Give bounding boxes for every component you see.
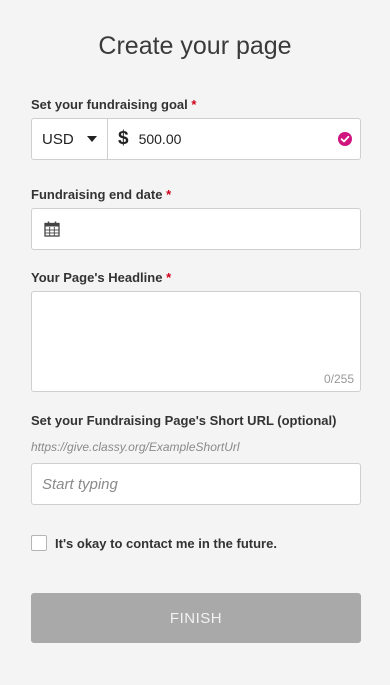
goal-input-group: USD $	[31, 118, 361, 160]
character-counter: 0/255	[323, 372, 354, 386]
finish-button[interactable]: FINISH	[31, 593, 361, 643]
caret-down-icon	[87, 136, 97, 142]
short-url-label: Set your Fundraising Page's Short URL (o…	[31, 413, 337, 428]
contact-checkbox-label: It's okay to contact me in the future.	[55, 536, 277, 551]
headline-label: Your Page's Headline *	[31, 270, 171, 285]
required-mark: *	[191, 97, 197, 112]
currency-symbol: $	[118, 128, 129, 149]
end-date-label: Fundraising end date *	[31, 187, 171, 202]
goal-label: Set your fundraising goal *	[31, 97, 196, 112]
calendar-icon	[44, 221, 60, 237]
currency-select[interactable]: USD	[32, 119, 108, 159]
required-mark: *	[166, 270, 172, 285]
short-url-input[interactable]	[32, 464, 360, 504]
check-circle-icon	[338, 132, 352, 146]
goal-amount-input[interactable]	[138, 131, 309, 147]
contact-checkbox[interactable]	[31, 535, 47, 551]
end-date-field[interactable]	[31, 208, 361, 250]
required-mark: *	[166, 187, 172, 202]
page-title: Create your page	[98, 32, 292, 60]
headline-textarea[interactable]: 0/255	[31, 291, 361, 392]
short-url-field	[31, 463, 361, 505]
short-url-example: https://give.classy.org/ExampleShortUrl	[31, 440, 240, 454]
headline-label-text: Your Page's Headline	[31, 270, 163, 285]
goal-label-text: Set your fundraising goal	[31, 97, 188, 112]
end-date-label-text: Fundraising end date	[31, 187, 163, 202]
amount-field-wrap: $	[108, 119, 360, 159]
currency-value: USD	[42, 130, 74, 148]
